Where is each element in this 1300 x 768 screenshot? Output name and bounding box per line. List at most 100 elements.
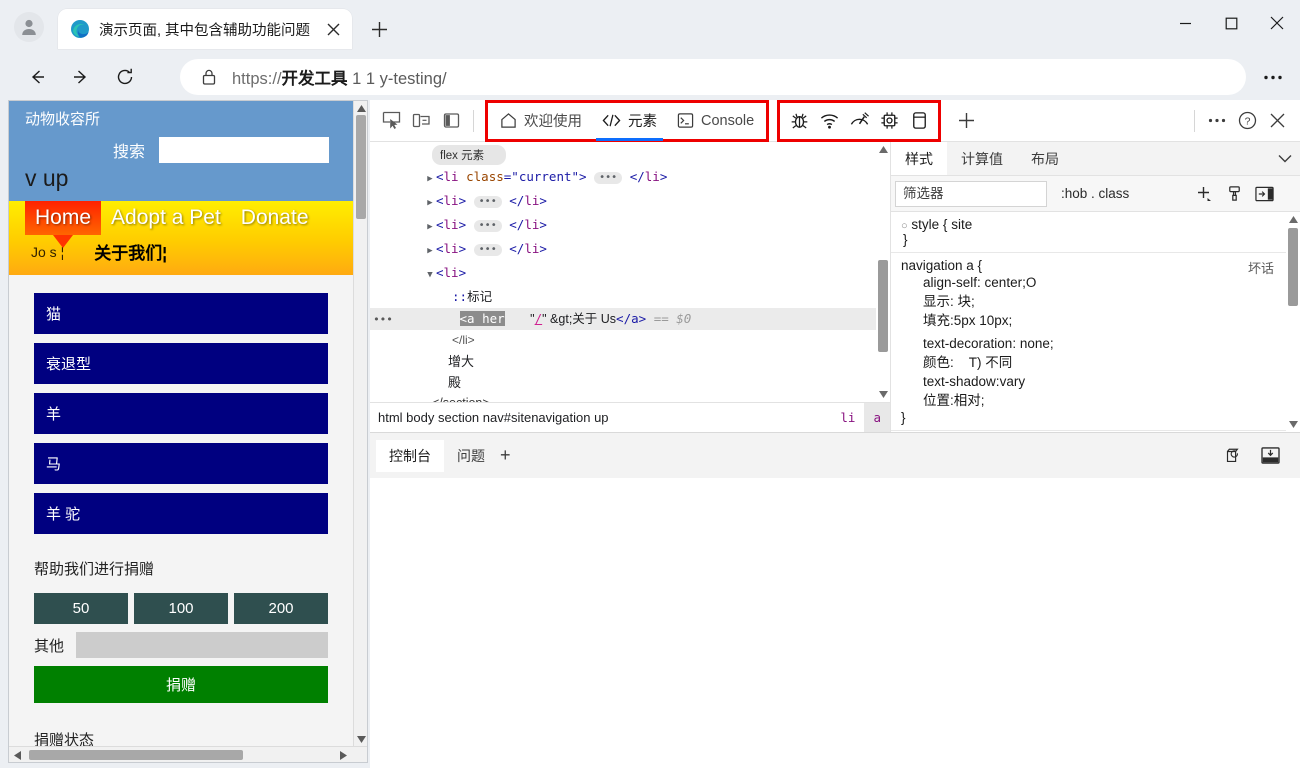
tab-console[interactable]: Console <box>667 103 764 139</box>
dom-scroll-thumb[interactable] <box>878 260 888 352</box>
breadcrumb-chip-a[interactable]: a <box>864 403 890 432</box>
device-emulation-icon[interactable] <box>406 106 436 136</box>
dom-row[interactable]: ▶ <li> ••• </li> <box>370 238 890 262</box>
close-window-button[interactable] <box>1254 0 1300 46</box>
expand-caret-icon[interactable]: ▶ <box>424 169 436 190</box>
element-state-icon[interactable] <box>1222 182 1246 206</box>
dom-tree[interactable]: flex 元素 ▶ <li class="current"> ••• </li> … <box>370 142 890 402</box>
tab-elements[interactable]: 元素 <box>592 102 667 141</box>
maximize-button[interactable] <box>1208 0 1254 46</box>
donate-submit-button[interactable]: 捐赠 <box>34 666 328 703</box>
chevron-down-icon[interactable] <box>1270 142 1300 175</box>
css-property[interactable]: 颜色: T) 不同 <box>901 353 1292 372</box>
dock-drawer-icon[interactable] <box>1258 444 1282 468</box>
css-rule[interactable]: a: weskit { 用户代理样式表 color: -webkit-link; <box>891 431 1300 432</box>
database-storage-icon[interactable] <box>904 106 934 136</box>
address-bar[interactable]: https://开发工具 1 1 y-testing/ <box>180 59 1246 95</box>
css-rule[interactable]: navigation a { 坏话 align-self: center;O 显… <box>891 253 1300 431</box>
more-options-icon[interactable] <box>1202 106 1232 136</box>
styles-scroll-thumb[interactable] <box>1288 228 1298 306</box>
collapse-caret-icon[interactable]: ▼ <box>424 265 436 286</box>
search-input[interactable] <box>159 137 330 163</box>
scroll-up-arrow[interactable] <box>354 101 368 115</box>
close-devtools-icon[interactable] <box>1262 106 1292 136</box>
dom-row[interactable]: ▶ <li> ••• </li> <box>370 214 890 238</box>
nav-subitem-about[interactable]: 关于我们¦ <box>94 239 167 264</box>
wifi-network-icon[interactable] <box>814 106 844 136</box>
add-devtools-tab-button[interactable] <box>951 106 981 136</box>
css-property[interactable]: 显示: 块; <box>901 292 1292 311</box>
animal-card[interactable]: 羊 驼 <box>34 493 328 534</box>
bug-debugger-icon[interactable] <box>784 106 814 136</box>
dom-row[interactable]: ▶ <li class="current"> ••• </li> <box>370 166 890 190</box>
dom-row-text[interactable]: 增大 <box>370 351 890 372</box>
new-tab-button[interactable] <box>364 14 394 44</box>
drawer-add-tab-button[interactable]: + <box>500 445 511 466</box>
scroll-left-arrow[interactable] <box>9 747 25 763</box>
drawer-tab-issues[interactable]: 问题 <box>444 440 498 472</box>
dom-row-text[interactable]: 殿 <box>370 372 890 393</box>
inspect-element-icon[interactable] <box>376 106 406 136</box>
styles-scroll-up-arrow[interactable] <box>1288 214 1299 225</box>
animal-card[interactable]: 马 <box>34 443 328 484</box>
flex-badge[interactable]: flex 元素 <box>432 145 507 165</box>
expand-caret-icon[interactable]: ▶ <box>424 217 436 238</box>
css-rules-list[interactable]: ○ style { site } navigation a { 坏话 align… <box>891 212 1300 432</box>
minimize-button[interactable] <box>1162 0 1208 46</box>
page-vertical-scrollbar[interactable] <box>353 101 367 746</box>
dom-row-pseudo[interactable]: ::标记 <box>370 286 890 308</box>
page-scroll-thumb[interactable] <box>356 115 366 219</box>
gauge-performance-icon[interactable] <box>844 106 874 136</box>
animal-card[interactable]: 羊 <box>34 393 328 434</box>
collapsed-content-icon[interactable]: ••• <box>473 195 502 208</box>
nav-item-home[interactable]: Home <box>25 201 102 248</box>
css-property[interactable]: 位置:相对; <box>901 391 1292 410</box>
css-property[interactable]: text-shadow:vary <box>901 372 1292 391</box>
animal-card[interactable]: 猫 <box>34 293 328 334</box>
nav-item-donate[interactable]: Donate <box>231 201 319 235</box>
dom-row[interactable]: ▶ <li> ••• </li> <box>370 190 890 214</box>
dom-row[interactable]: </section> <box>370 393 890 402</box>
browser-more-button[interactable] <box>1256 60 1290 94</box>
styles-scroll-down-arrow[interactable] <box>1288 419 1299 430</box>
donation-amount-200[interactable]: 200 <box>234 593 328 624</box>
tab-welcome[interactable]: 欢迎使用 <box>490 103 592 139</box>
console-drawer-body[interactable] <box>370 478 1300 768</box>
reload-button[interactable] <box>108 60 142 94</box>
dom-row[interactable]: </li> <box>370 330 890 351</box>
css-property[interactable]: align-self: center;O <box>901 273 1292 292</box>
tab-close-icon[interactable] <box>320 16 346 42</box>
scroll-down-arrow[interactable] <box>354 732 368 746</box>
css-property[interactable]: 填充:5px 10px; <box>901 311 1292 330</box>
nav-item-adopt[interactable]: Adopt a Pet <box>101 201 231 235</box>
clear-console-icon[interactable] <box>1220 444 1244 468</box>
collapsed-content-icon[interactable]: ••• <box>473 219 502 232</box>
forward-button[interactable] <box>64 60 98 94</box>
tab-styles[interactable]: 样式 <box>891 142 947 175</box>
row-actions-icon[interactable]: ••• <box>370 309 396 330</box>
expand-caret-icon[interactable]: ▶ <box>424 241 436 262</box>
chip-memory-icon[interactable] <box>874 106 904 136</box>
page-horizontal-scrollbar[interactable] <box>9 746 367 762</box>
dom-vertical-scrollbar[interactable] <box>876 142 890 402</box>
scroll-right-arrow[interactable] <box>335 747 351 763</box>
dom-row-selected[interactable]: ••• <a her "/" &gt;关于 Us</a> == $0 <box>370 308 890 330</box>
dock-side-icon[interactable] <box>436 106 466 136</box>
donation-other-input[interactable] <box>76 632 328 658</box>
dom-scroll-up-arrow[interactable] <box>878 144 889 155</box>
back-button[interactable] <box>20 60 54 94</box>
page-hscroll-thumb[interactable] <box>29 750 243 760</box>
animal-card[interactable]: 衰退型 <box>34 343 328 384</box>
profile-avatar[interactable] <box>14 12 44 42</box>
dom-scroll-down-arrow[interactable] <box>878 389 889 400</box>
tab-layout[interactable]: 布局 <box>1017 142 1073 175</box>
donation-amount-100[interactable]: 100 <box>134 593 228 624</box>
styles-vertical-scrollbar[interactable] <box>1286 212 1300 432</box>
drawer-tab-console[interactable]: 控制台 <box>376 439 444 472</box>
new-style-rule-icon[interactable] <box>1192 182 1216 206</box>
breadcrumb-path[interactable]: html body section nav#sitenavigation up <box>378 410 831 425</box>
element-state-toggle[interactable]: :hob . class <box>1061 186 1129 201</box>
browser-tab[interactable]: 演示页面, 其中包含辅助功能问题 <box>58 9 352 49</box>
collapsed-content-icon[interactable]: ••• <box>473 243 502 256</box>
dom-row[interactable]: ▼ <li> <box>370 262 890 286</box>
